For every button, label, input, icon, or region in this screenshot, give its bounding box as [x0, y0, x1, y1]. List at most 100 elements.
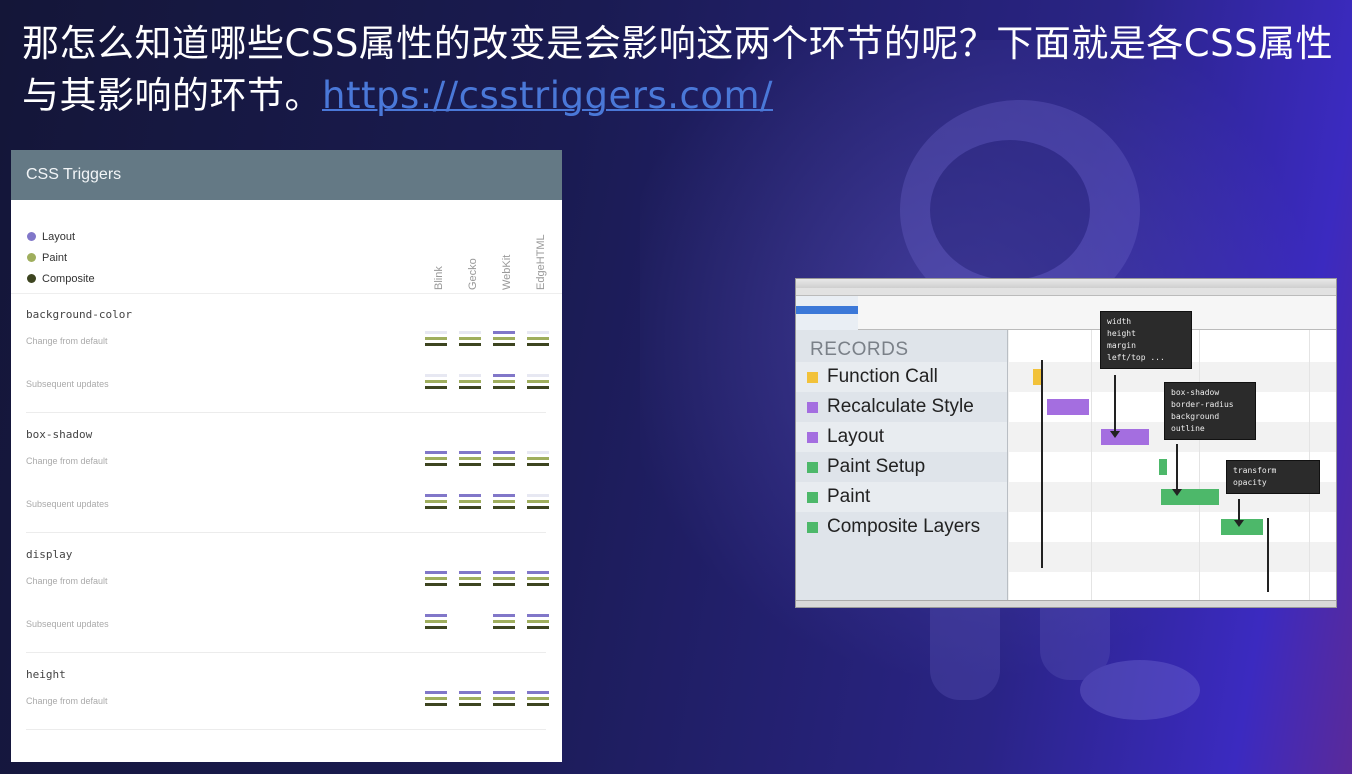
record-color-icon [807, 431, 818, 443]
paint-bar [459, 457, 481, 460]
tooltip-arrow-head-icon [1234, 520, 1244, 527]
paint-bar [459, 697, 481, 700]
trigger-row-label: Change from default [26, 456, 108, 466]
property-name: height [26, 668, 66, 681]
composite-bar [527, 463, 549, 466]
devtools-timeline-screenshot: RECORDS Function Call Recalculate Style La… [795, 278, 1337, 608]
records-pane: RECORDS Function Call Recalculate Style La… [796, 330, 1008, 600]
composite-bar [425, 703, 447, 706]
legend-item: Layout [27, 226, 95, 247]
layout-bar [425, 494, 447, 497]
property-name: box-shadow [26, 428, 93, 441]
composite-bar [493, 583, 515, 586]
record-color-icon [807, 491, 818, 503]
css-triggers-panel: CSS Triggers Layout Paint Composite Blink G… [11, 150, 562, 762]
slide-heading: 那怎么知道哪些CSS属性的改变是会影响这两个环节的呢？下面就是各CSS属性与其影… [22, 18, 1342, 122]
legend-item: Paint [27, 247, 95, 268]
composite-bar [493, 343, 515, 346]
property-name: background-color [26, 308, 132, 321]
composite-bar [527, 386, 549, 389]
composite-bar [425, 583, 447, 586]
composite-bar [493, 626, 515, 629]
legend-label: Composite [42, 272, 95, 285]
record-label: Function Call [827, 366, 938, 387]
paint-bar [527, 337, 549, 340]
browser-label-gecko: Gecko [467, 258, 479, 290]
trigger-row-label: Subsequent updates [26, 499, 109, 509]
paint-bar [527, 500, 549, 503]
paint-bar [493, 697, 515, 700]
trigger-cell [527, 612, 549, 632]
record-color-icon [807, 521, 818, 533]
trigger-row-label: Change from default [26, 696, 108, 706]
composite-bar [459, 583, 481, 586]
record-label: Composite Layers [827, 516, 981, 537]
legend: Layout Paint Composite [27, 226, 95, 289]
paint-bar [425, 697, 447, 700]
composite-bar [459, 343, 481, 346]
trigger-cell [527, 492, 549, 512]
sidebar-row [796, 297, 858, 305]
paint-bar [459, 577, 481, 580]
sidebar-row [796, 315, 858, 323]
tooltip-arrow [1114, 375, 1116, 433]
layout-bar [493, 571, 515, 574]
trigger-cell [527, 449, 549, 469]
trigger-cell [459, 372, 481, 392]
paint-bar [493, 337, 515, 340]
trigger-cell [459, 612, 481, 632]
legend-label: Paint [42, 251, 68, 264]
record-row: Layout [796, 422, 1007, 452]
trigger-cell [493, 372, 515, 392]
record-row: Paint [796, 482, 1007, 512]
paint-bar [493, 500, 515, 503]
paint-bar [425, 380, 447, 383]
record-row: Recalculate Style [796, 392, 1007, 422]
tooltip-arrow-head-icon [1110, 431, 1120, 438]
composite-bar [493, 703, 515, 706]
property-name: display [26, 548, 73, 561]
legend-label: Layout [42, 230, 76, 243]
timeline-gridline [1091, 330, 1092, 600]
property-tooltip: width height margin left/top ... [1100, 311, 1192, 369]
css-triggers-title: CSS Triggers [11, 150, 562, 200]
record-row: Composite Layers [796, 512, 1007, 542]
composite-bar [425, 506, 447, 509]
property-divider [26, 729, 546, 730]
layout-bar [493, 374, 515, 377]
composite-bar [527, 343, 549, 346]
layout-bar [527, 331, 549, 334]
paint-bar [425, 500, 447, 503]
record-label: Layout [827, 426, 885, 447]
trigger-cell [425, 689, 447, 709]
trigger-cell [527, 329, 549, 349]
layout-bar [459, 691, 481, 694]
property-divider [26, 652, 546, 653]
trigger-cell [425, 612, 447, 632]
composite-bar [459, 386, 481, 389]
trigger-cell [493, 689, 515, 709]
layout-bar [459, 451, 481, 454]
layout-bar [459, 571, 481, 574]
record-color-icon [807, 401, 818, 413]
composite-bar [459, 463, 481, 466]
paint-bar [425, 577, 447, 580]
paint-bar [493, 620, 515, 623]
trigger-cell [493, 492, 515, 512]
record-label: Recalculate Style [827, 396, 974, 417]
trigger-cell [459, 492, 481, 512]
csstriggers-link[interactable]: https://csstriggers.com/ [322, 74, 773, 117]
composite-bar [527, 583, 549, 586]
trigger-row-label: Subsequent updates [26, 619, 109, 629]
paint-bar [493, 577, 515, 580]
paint-bar [493, 380, 515, 383]
layout-bar [459, 374, 481, 377]
browser-label-blink: Blink [433, 266, 445, 290]
trigger-cell [459, 689, 481, 709]
property-tooltip: transform opacity [1226, 460, 1320, 494]
trigger-cell [493, 449, 515, 469]
trigger-cell [527, 372, 549, 392]
record-color-icon [807, 461, 818, 473]
trigger-cell [527, 569, 549, 589]
property-tooltip: box-shadow border-radius background outl… [1164, 382, 1256, 440]
